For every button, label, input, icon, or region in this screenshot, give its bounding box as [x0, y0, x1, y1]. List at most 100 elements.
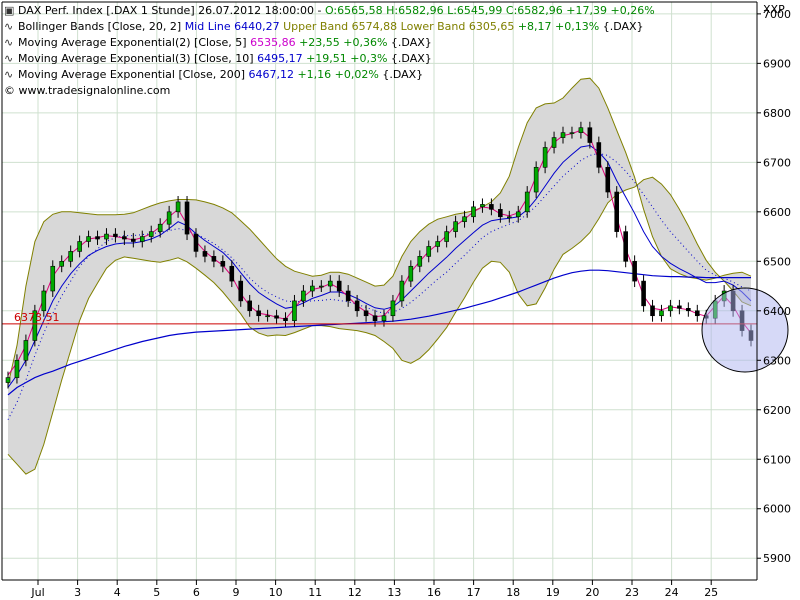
candle-body-4 [41, 290, 47, 312]
x-tick-label-25: 25 [704, 586, 718, 599]
x-tick-label-4: 4 [114, 586, 121, 599]
y-tick-label-6000: 6000 [763, 503, 791, 516]
candle-body-39 [354, 300, 360, 312]
candle-body-38 [345, 290, 351, 302]
candle-body-59 [533, 166, 539, 193]
candle-body-47 [426, 246, 432, 257]
legend-title: DAX Perf. Index [.DAX 1 Stunde] 26.07.20… [18, 4, 325, 17]
y-tick-label-6600: 6600 [763, 206, 791, 219]
candle-body-34 [310, 285, 315, 292]
candle-body-49 [444, 231, 449, 242]
candle-body-13 [122, 236, 127, 240]
candle-body-8 [77, 241, 82, 252]
legend-bb-lower: Lower Band 6305,65 [400, 20, 518, 33]
candle-body-46 [417, 256, 423, 267]
legend-close: C:6582,96 +17,39 +0,26% [505, 4, 655, 17]
candle-body-73 [659, 310, 664, 317]
candle-body-31 [283, 317, 288, 321]
candlestick-chart-icon: ▣ [4, 4, 15, 17]
candle-body-14 [131, 238, 136, 242]
legend-row-ema200[interactable]: ∿ Moving Average Exponential [Close, 200]… [4, 67, 655, 83]
legend-ema5-prefix: Moving Average Exponential(2) [Close, 5] [18, 36, 251, 49]
candle-body-58 [524, 191, 530, 213]
x-tick-label-19: 19 [546, 586, 560, 599]
candle-body-74 [668, 305, 673, 312]
candle-body-56 [507, 216, 512, 219]
candle-body-75 [677, 305, 682, 309]
y-tick-label-6300: 6300 [763, 354, 791, 367]
legend-ohlc: O:6565,58 H:6582,96 L:6545,99 [324, 4, 503, 17]
candle-body-40 [363, 310, 369, 317]
candle-body-6 [59, 261, 65, 267]
candle-body-11 [104, 233, 109, 240]
candle-body-71 [641, 280, 646, 307]
legend-ema5-value: 6535,86 [250, 36, 300, 49]
candle-body-24 [220, 261, 226, 267]
horizontal-line-label: 6373,51 [14, 311, 60, 324]
candle-body-2 [23, 340, 29, 361]
candle-body-60 [542, 147, 548, 168]
candle-body-12 [113, 233, 118, 237]
candle-body-76 [686, 308, 691, 312]
candle-body-15 [139, 236, 145, 242]
candle-body-7 [68, 251, 73, 262]
y-tick-label-6400: 6400 [763, 305, 791, 318]
candle-body-41 [372, 315, 378, 321]
candle-body-44 [399, 280, 405, 302]
currency-label: XXP [763, 3, 785, 16]
candle-body-43 [390, 300, 396, 317]
candle-body-68 [614, 191, 620, 232]
candle-body-66 [596, 142, 602, 168]
x-tick-label-18: 18 [506, 586, 520, 599]
y-tick-label-6200: 6200 [763, 404, 791, 417]
legend-ema5-change: +23,55 +0,36% [299, 36, 388, 49]
legend-row-bollinger[interactable]: ∿ Bollinger Bands [Close, 20, 2] Mid Line… [4, 19, 655, 35]
x-tick-label-24: 24 [665, 586, 679, 599]
legend-bb-change: +8,17 +0,13% [517, 20, 600, 33]
candle-body-36 [327, 280, 333, 287]
x-tick-label-23: 23 [625, 586, 639, 599]
candle-body-50 [453, 221, 458, 232]
candle-body-21 [193, 233, 199, 252]
y-tick-label-6500: 6500 [763, 255, 791, 268]
candle-body-65 [587, 127, 593, 143]
candle-body-54 [489, 204, 494, 210]
candle-body-9 [86, 236, 91, 242]
legend-ema200-prefix: Moving Average Exponential [Close, 200] [18, 68, 249, 81]
candle-body-69 [623, 231, 628, 262]
candle-body-10 [95, 236, 100, 240]
y-tick-label-6100: 6100 [763, 453, 791, 466]
candle-body-45 [408, 265, 414, 282]
candle-body-18 [166, 211, 172, 225]
legend-row-copyright[interactable]: © www.tradesignalonline.com [4, 83, 655, 99]
x-tick-label-3: 3 [74, 586, 81, 599]
legend-ema10-value: 6495,17 [257, 52, 307, 65]
legend-row-ema5[interactable]: ∿ Moving Average Exponential(2) [Close, 5… [4, 35, 655, 51]
candle-body-72 [650, 305, 655, 317]
candle-body-77 [694, 310, 700, 317]
candle-body-28 [256, 310, 261, 317]
x-tick-label-6: 6 [193, 586, 200, 599]
candle-body-29 [265, 315, 270, 318]
candle-body-33 [301, 290, 306, 302]
x-tick-label-20: 20 [585, 586, 599, 599]
y-tick-label-6900: 6900 [763, 57, 791, 70]
candle-body-64 [578, 127, 584, 133]
candle-body-37 [336, 280, 342, 292]
legend-ema5-suffix: {.DAX} [387, 36, 432, 49]
line-indicator-icon: ∿ [4, 36, 14, 49]
x-tick-label-16: 16 [427, 586, 441, 599]
legend-row-price[interactable]: ▣ DAX Perf. Index [.DAX 1 Stunde] 26.07.2… [4, 3, 655, 19]
x-tick-label-5: 5 [153, 586, 160, 599]
legend-row-ema10[interactable]: ∿ Moving Average Exponential(3) [Close, 1… [4, 51, 655, 67]
x-tick-label-10: 10 [269, 586, 283, 599]
candle-body-1 [14, 359, 20, 378]
candle-body-25 [229, 265, 235, 282]
line-indicator-icon: ∿ [4, 68, 14, 81]
legend-bb-mid: Mid Line 6440,27 [184, 20, 284, 33]
legend-bb-suffix: {.DAX} [599, 20, 644, 33]
x-tick-label-Jul: Jul [30, 586, 44, 599]
x-tick-label-13: 13 [387, 586, 401, 599]
legend-ema200-suffix: {.DAX} [378, 68, 424, 81]
candle-body-22 [202, 251, 208, 257]
